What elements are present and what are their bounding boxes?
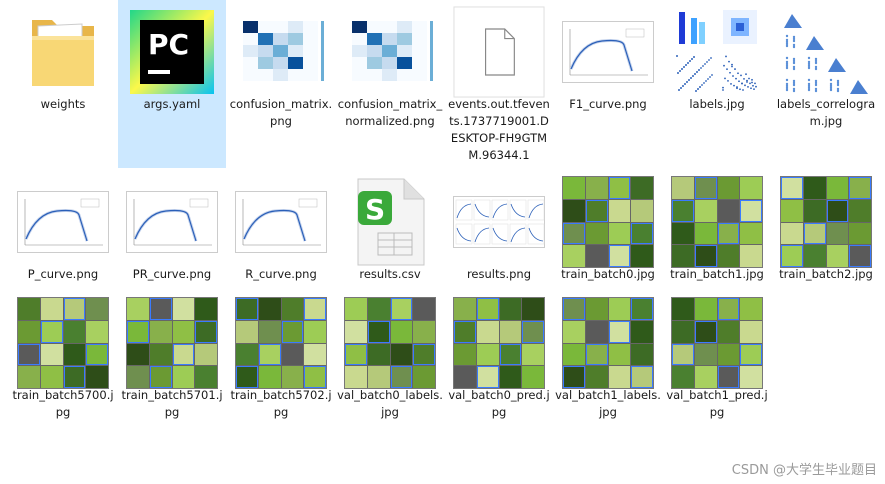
pycharm-icon: PC [130, 10, 214, 94]
file-thumbnail [671, 6, 763, 98]
file-name-label: weights [40, 97, 86, 111]
svg-text:PC: PC [148, 28, 189, 61]
file-item[interactable]: events.out.tfevents.1737719001.DESKTOP-F… [445, 0, 553, 168]
file-name-label: F1_curve.png [569, 97, 647, 111]
file-name-label: PR_curve.png [132, 267, 212, 281]
file-thumbnail [453, 297, 545, 389]
file-item[interactable]: val_batch0_labels.jpg [336, 291, 444, 459]
image-thumbnail-icon [17, 297, 109, 389]
file-thumbnail [344, 297, 436, 389]
curve-plot-thumbnail-icon [562, 21, 654, 83]
file-thumbnail [17, 297, 109, 389]
file-thumbnail [562, 176, 654, 268]
curve-plot-thumbnail-icon [235, 191, 327, 253]
file-name-label: labels.jpg [689, 97, 745, 111]
results-plot-thumbnail-icon [453, 196, 545, 248]
file-thumbnail: PC [126, 6, 218, 98]
curve-plot-thumbnail-icon [17, 191, 109, 253]
image-thumbnail-icon [235, 297, 327, 389]
file-item[interactable]: val_batch0_pred.jpg [445, 291, 553, 459]
file-thumbnail: S [344, 176, 436, 268]
correlogram-thumbnail-icon [780, 6, 872, 98]
file-item[interactable]: weights [9, 0, 117, 168]
file-name-label: confusion_matrix.png [229, 97, 333, 128]
file-item[interactable]: train_batch5701.jpg [118, 291, 226, 459]
file-thumbnail [562, 297, 654, 389]
file-item[interactable]: labels_correlogram.jpg [772, 0, 880, 168]
file-name-label: results.png [466, 267, 532, 281]
image-thumbnail-icon [671, 297, 763, 389]
image-thumbnail-icon [453, 297, 545, 389]
file-thumbnail [671, 176, 763, 268]
file-name-label: train_batch1.jpg [670, 267, 764, 281]
file-item[interactable]: train_batch2.jpg [772, 170, 880, 338]
file-thumbnail [671, 297, 763, 389]
file-name-label: P_curve.png [27, 267, 99, 281]
file-thumbnail [453, 6, 545, 98]
file-thumbnail [17, 176, 109, 268]
file-name-label: train_batch5701.jpg [121, 388, 223, 419]
file-thumbnail [235, 6, 327, 98]
file-item[interactable]: PC args.yaml [118, 0, 226, 168]
file-name-label: R_curve.png [245, 267, 317, 281]
blank-file-icon [453, 6, 545, 98]
file-thumbnail [344, 6, 436, 98]
file-name-label: events.out.tfevents.1737719001.DESKTOP-F… [448, 97, 550, 162]
labels-plot-thumbnail-icon [671, 6, 763, 98]
file-name-label: labels_correlogram.jpg [776, 97, 876, 128]
file-name-label: val_batch1_labels.jpg [555, 388, 661, 419]
image-thumbnail-icon [780, 176, 872, 268]
confusion-matrix-thumbnail-icon [235, 17, 327, 87]
image-thumbnail-icon [344, 297, 436, 389]
file-thumbnail [562, 6, 654, 98]
file-thumbnail [453, 176, 545, 268]
image-thumbnail-icon [562, 297, 654, 389]
file-item[interactable]: train_batch5702.jpg [227, 291, 335, 459]
file-thumbnail [780, 6, 872, 98]
watermark: CSDN @大学生毕业题目 [731, 463, 877, 478]
file-item[interactable]: train_batch5700.jpg [9, 291, 117, 459]
file-item[interactable]: val_batch1_labels.jpg [554, 291, 662, 459]
file-name-label: confusion_matrix_normalized.png [337, 97, 443, 128]
file-item[interactable]: val_batch1_pred.jpg [663, 291, 771, 459]
confusion-matrix-thumbnail-icon [344, 17, 436, 87]
file-thumbnail [780, 176, 872, 268]
file-name-label: train_batch5702.jpg [230, 388, 332, 419]
folder-icon [32, 20, 94, 86]
spreadsheet-icon: S [357, 178, 425, 266]
file-name-label: val_batch0_labels.jpg [337, 388, 443, 419]
image-thumbnail-icon [562, 176, 654, 268]
file-name-label: val_batch1_pred.jpg [666, 388, 768, 419]
file-name-label: train_batch0.jpg [561, 267, 655, 281]
file-name-label: train_batch2.jpg [779, 267, 873, 281]
file-name-label: args.yaml [143, 97, 201, 111]
file-thumbnail [235, 176, 327, 268]
image-thumbnail-icon [671, 176, 763, 268]
file-item[interactable]: confusion_matrix.png [227, 0, 335, 168]
image-thumbnail-icon [126, 297, 218, 389]
file-name-label: val_batch0_pred.jpg [448, 388, 550, 419]
file-name-label: train_batch5700.jpg [12, 388, 114, 419]
curve-plot-thumbnail-icon [126, 191, 218, 253]
file-thumbnail [235, 297, 327, 389]
file-thumbnail [17, 6, 109, 98]
file-thumbnail [126, 297, 218, 389]
svg-text:S: S [365, 193, 385, 226]
file-name-label: results.csv [359, 267, 421, 281]
file-item[interactable]: F1_curve.png [554, 0, 662, 168]
file-item[interactable]: confusion_matrix_normalized.png [336, 0, 444, 168]
file-item[interactable]: labels.jpg [663, 0, 771, 168]
file-thumbnail [126, 176, 218, 268]
